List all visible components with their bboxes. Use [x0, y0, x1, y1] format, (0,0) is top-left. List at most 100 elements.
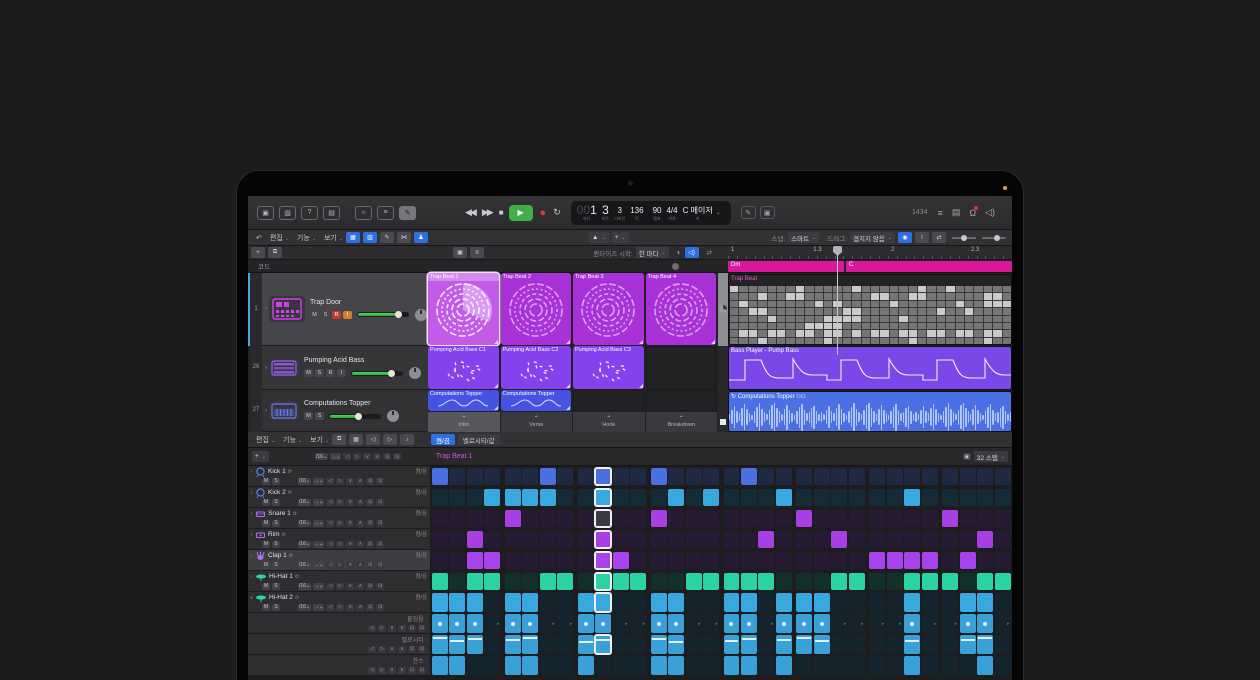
solo-button[interactable]: S — [321, 311, 330, 319]
disclosure-icon[interactable]: › — [248, 553, 255, 559]
play-button[interactable]: ▶ — [509, 205, 533, 221]
step-rate-dropdown[interactable]: /16⌄ — [298, 604, 311, 611]
step-cell[interactable] — [522, 552, 538, 569]
playmode-dropdown[interactable]: →⌄ — [313, 604, 324, 611]
step-cell[interactable] — [467, 552, 483, 569]
rotate-right-button[interactable]: ▷ — [336, 583, 344, 590]
bass-region[interactable]: Bass Player - Pump Bass — [728, 346, 1012, 390]
step-cell[interactable] — [668, 489, 684, 506]
edit-step-button[interactable]: ⊡ — [376, 604, 384, 611]
cell-corner-handle[interactable] — [494, 340, 498, 344]
step-cell[interactable] — [557, 468, 573, 485]
pan-knob[interactable] — [415, 309, 427, 321]
step-cell[interactable] — [613, 635, 629, 654]
step-cell[interactable] — [540, 593, 556, 612]
seq-menu-1[interactable]: 기능 ⌄ — [283, 435, 302, 445]
playhead-line[interactable] — [837, 246, 838, 355]
copy-icon[interactable]: ⧉ — [332, 434, 346, 445]
mute-button[interactable]: M — [262, 520, 270, 527]
step-cell[interactable] — [651, 593, 667, 612]
step-cell[interactable] — [814, 656, 830, 675]
cell-corner-handle[interactable] — [566, 406, 570, 410]
step-cell[interactable] — [578, 531, 594, 548]
step-cell[interactable] — [776, 468, 792, 485]
undo-icon[interactable]: ↶ — [256, 234, 262, 242]
step-cell[interactable] — [942, 489, 958, 506]
edit-step-button[interactable]: ⊡ — [366, 541, 374, 548]
step-cell[interactable] — [869, 489, 885, 506]
step-cell[interactable] — [651, 468, 667, 485]
step-cell[interactable] — [522, 656, 538, 675]
loop-cell[interactable]: Trap Beat 1 — [428, 273, 499, 345]
step-cell[interactable] — [449, 593, 465, 612]
step-cell[interactable] — [557, 635, 573, 654]
step-cell[interactable] — [776, 635, 792, 654]
step-cell[interactable] — [814, 510, 830, 527]
row-header[interactable]: ∨Hi-Hat 2⟳켬/끔MS/16⌄→⌄◁▷∨∧⊡⊡ — [248, 592, 430, 613]
step-cell[interactable] — [557, 552, 573, 569]
step-cell[interactable] — [557, 510, 573, 527]
solo-button[interactable]: S — [272, 520, 280, 527]
step-cell[interactable] — [776, 656, 792, 675]
step-cell[interactable] — [942, 635, 958, 654]
row-header[interactable]: ›Rim⟳켬/끔MS/16⌄→⌄◁▷∨∧⊡⊡ — [248, 529, 430, 550]
step-cell[interactable]: ▸ — [686, 614, 702, 633]
edit-step-button[interactable]: ⊡ — [418, 625, 426, 632]
menu-0[interactable]: 편집 ⌄ — [270, 233, 289, 243]
step-cell[interactable] — [449, 531, 465, 548]
step-cell[interactable] — [505, 656, 521, 675]
record-button[interactable]: ● — [540, 207, 547, 219]
playmode-dropdown[interactable]: →⌄ — [313, 583, 324, 590]
step-cell[interactable] — [995, 552, 1011, 569]
solo-button[interactable]: S — [315, 412, 324, 420]
disclosure-open-icon[interactable]: ∨ — [248, 595, 255, 601]
edit-step-button[interactable]: ⊡ — [376, 499, 384, 506]
display-icon[interactable]: ▤ — [952, 207, 961, 218]
decrement-button[interactable]: ∨ — [388, 667, 396, 674]
increment-button[interactable]: ∧ — [356, 478, 364, 485]
step-cell[interactable] — [651, 614, 667, 633]
notification-bell-icon[interactable]: Ω — [969, 208, 976, 218]
increment-button[interactable]: ∧ — [356, 541, 364, 548]
step-cell[interactable] — [796, 593, 812, 612]
step-cell[interactable] — [540, 552, 556, 569]
step-rate-dropdown[interactable]: /16⌄ — [298, 499, 311, 506]
record-enable-button[interactable]: R — [326, 369, 335, 377]
step-cell[interactable] — [960, 468, 976, 485]
step-cell[interactable] — [887, 531, 903, 548]
step-cell[interactable] — [505, 489, 521, 506]
step-cell[interactable] — [922, 489, 938, 506]
step-cell[interactable] — [741, 468, 757, 485]
step-cell[interactable] — [724, 552, 740, 569]
vertical-zoom-slider[interactable] — [952, 237, 976, 239]
step-cell[interactable] — [741, 531, 757, 548]
step-cell[interactable] — [869, 635, 885, 654]
step-cell[interactable] — [922, 656, 938, 675]
step-cell[interactable] — [484, 468, 500, 485]
step-cell[interactable] — [432, 552, 448, 569]
step-cell[interactable] — [522, 531, 538, 548]
cycle-button[interactable]: ↻ — [553, 207, 559, 218]
track-view-button[interactable]: ▥ — [363, 232, 377, 243]
rotate-left-button[interactable]: ◁ — [326, 562, 334, 569]
step-cell[interactable] — [942, 573, 958, 590]
step-cell[interactable] — [904, 573, 920, 590]
step-cell[interactable] — [505, 531, 521, 548]
step-cell[interactable] — [467, 593, 483, 612]
rotate-right-button[interactable]: ▷ — [336, 499, 344, 506]
step-cell[interactable]: ▸ — [557, 614, 573, 633]
step-cell[interactable] — [758, 635, 774, 654]
step-cell[interactable] — [668, 656, 684, 675]
step-cell[interactable] — [995, 635, 1011, 654]
step-cell[interactable] — [467, 656, 483, 675]
volume-slider[interactable] — [351, 371, 403, 376]
loop-cell[interactable]: Pumping Acid Bass C3 — [573, 346, 644, 389]
step-cell[interactable] — [758, 510, 774, 527]
decrement-button[interactable]: ∨ — [346, 520, 354, 527]
volume-slider[interactable] — [329, 414, 381, 419]
cell-list-button[interactable]: ≡ — [470, 247, 484, 258]
step-cell[interactable] — [595, 552, 611, 569]
step-cell[interactable] — [557, 656, 573, 675]
step-cell[interactable] — [814, 614, 830, 633]
step-cell[interactable] — [724, 468, 740, 485]
